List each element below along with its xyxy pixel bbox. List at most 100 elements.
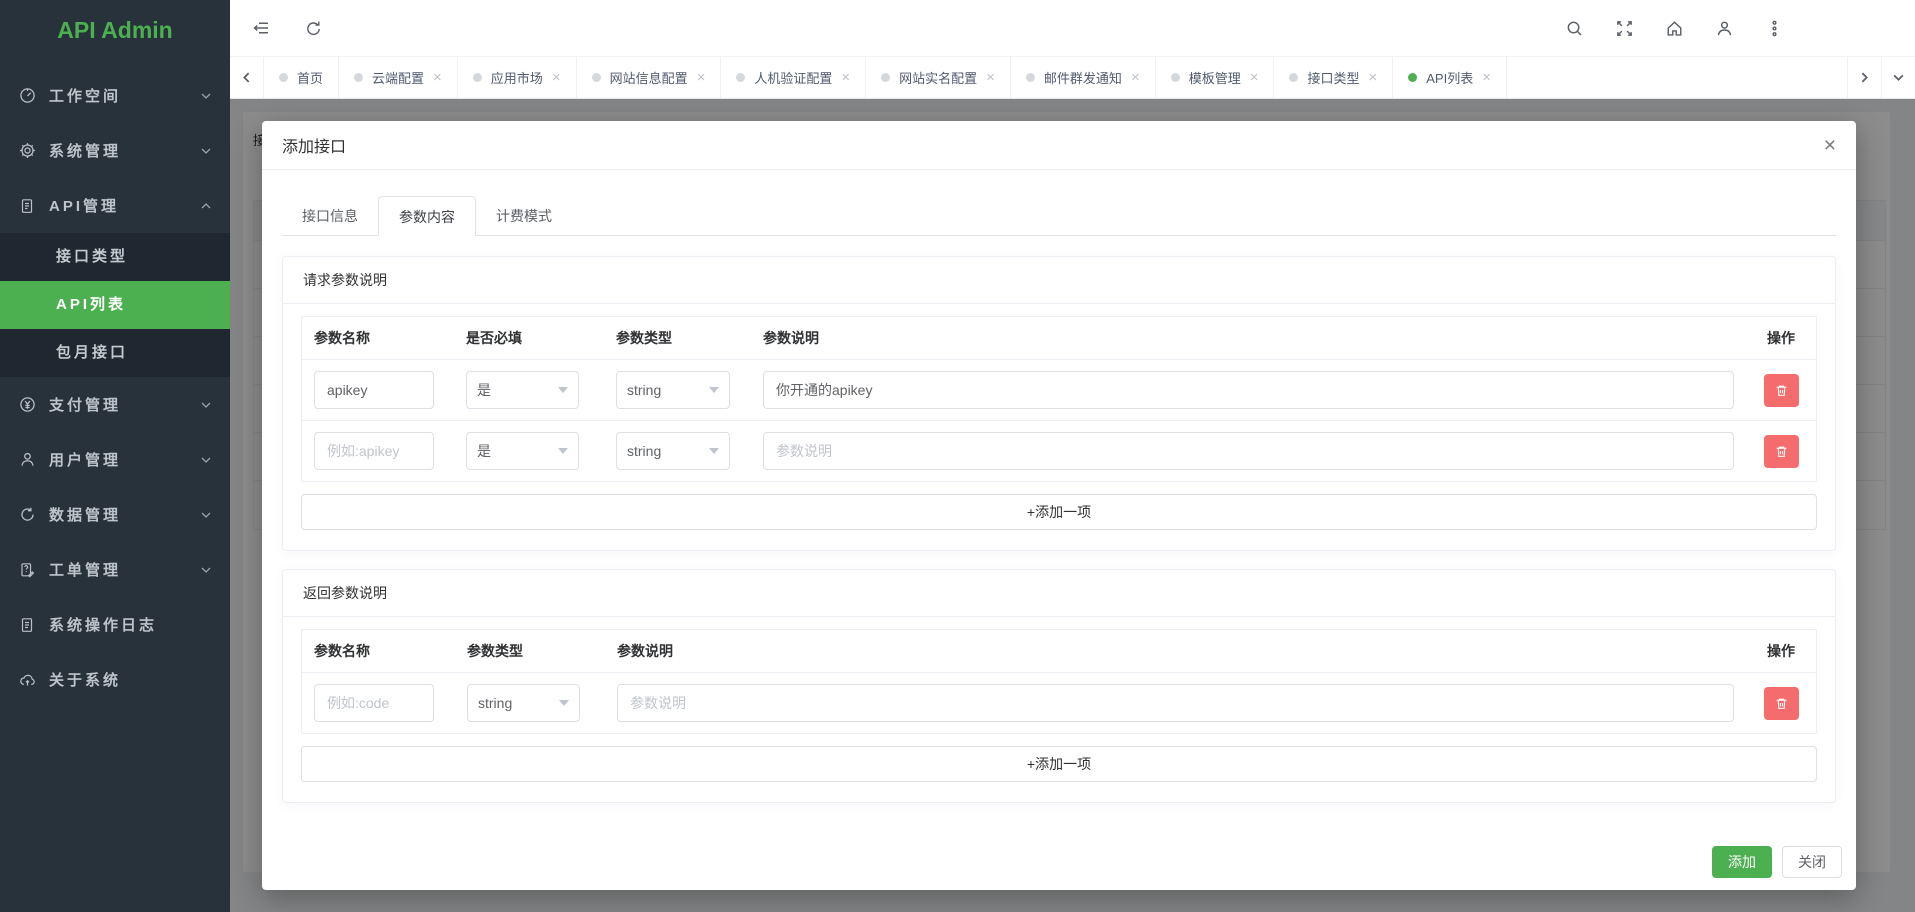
- sidebar-item-api-mgmt[interactable]: API管理: [0, 178, 230, 233]
- chevron-down-icon: [200, 399, 212, 411]
- sidebar-item-label: 支付管理: [49, 394, 121, 415]
- tabs-scroll-right-icon[interactable]: [1847, 57, 1881, 98]
- col-header-name: 参数名称: [314, 641, 434, 661]
- tab-dot: [279, 73, 288, 82]
- sidebar-item-work-order-mgmt[interactable]: 工单管理: [0, 542, 230, 597]
- refresh-icon[interactable]: [302, 17, 324, 39]
- tab-close-icon[interactable]: ×: [1482, 70, 1491, 85]
- add-button[interactable]: 添加: [1712, 846, 1772, 878]
- sidebar-item-workspace[interactable]: 工作空间: [0, 68, 230, 123]
- tab-close-icon[interactable]: ×: [1250, 70, 1259, 85]
- tab-close-icon[interactable]: ×: [1131, 70, 1140, 85]
- col-header-desc: 参数说明: [763, 328, 1734, 348]
- tab-dot: [473, 73, 482, 82]
- tab-captcha-config[interactable]: 人机验证配置×: [721, 57, 866, 98]
- param-name-input[interactable]: [314, 432, 434, 470]
- delete-row-button[interactable]: [1764, 687, 1799, 720]
- home-icon[interactable]: [1663, 17, 1685, 39]
- tab-interface-info[interactable]: 接口信息: [282, 196, 378, 235]
- data-icon: [18, 506, 36, 524]
- sidebar-item-payment-mgmt[interactable]: 支付管理: [0, 377, 230, 432]
- log-icon: [18, 616, 36, 634]
- fullscreen-icon[interactable]: [1613, 17, 1635, 39]
- tabs-scroll-left-icon[interactable]: [230, 57, 264, 98]
- user-icon: [18, 451, 36, 469]
- tab-site-realname-config[interactable]: 网站实名配置×: [866, 57, 1011, 98]
- about-icon: [18, 671, 36, 689]
- delete-row-button[interactable]: [1764, 374, 1799, 407]
- tab-close-icon[interactable]: ×: [986, 70, 995, 85]
- tab-billing-mode[interactable]: 计费模式: [476, 196, 572, 235]
- delete-row-button[interactable]: [1764, 435, 1799, 468]
- sidebar-item-about-system[interactable]: 关于系统: [0, 652, 230, 707]
- col-header-required: 是否必填: [466, 328, 579, 348]
- gear-icon: [18, 142, 36, 160]
- add-request-param-button[interactable]: +添加一项: [301, 494, 1817, 530]
- tab-parameter-content[interactable]: 参数内容: [378, 196, 476, 236]
- tab-email-broadcast[interactable]: 邮件群发通知×: [1011, 57, 1156, 98]
- col-header-action: 操作: [1758, 641, 1804, 661]
- param-type-select[interactable]: string: [616, 432, 730, 470]
- sidebar-item-system-op-log[interactable]: 系统操作日志: [0, 597, 230, 652]
- request-param-row: 是 string: [302, 420, 1816, 481]
- tab-home[interactable]: 首页: [264, 57, 339, 98]
- tab-app-market[interactable]: 应用市场×: [458, 57, 577, 98]
- open-tabs: 首页 云端配置× 应用市场× 网站信息配置× 人机验证配置× 网站实名配置× 邮…: [264, 57, 1847, 98]
- param-required-select[interactable]: 是: [466, 432, 579, 470]
- tab-dot: [736, 73, 745, 82]
- param-name-input[interactable]: [314, 371, 434, 409]
- more-options-icon[interactable]: [1763, 17, 1785, 39]
- param-desc-input[interactable]: [763, 371, 1734, 409]
- request-params-body: 参数名称 是否必填 参数类型 参数说明 操作 是 string: [283, 304, 1835, 550]
- search-icon[interactable]: [1563, 17, 1585, 39]
- sidebar-item-label: 系统操作日志: [49, 614, 157, 635]
- response-params-body: 参数名称 参数类型 参数说明 操作 string: [283, 617, 1835, 802]
- param-desc-input[interactable]: [617, 684, 1734, 722]
- param-name-input[interactable]: [314, 684, 434, 722]
- dialog-title: 添加接口: [282, 133, 346, 157]
- close-icon[interactable]: ×: [1824, 135, 1836, 156]
- tab-template-mgmt[interactable]: 模板管理×: [1156, 57, 1275, 98]
- tabs-menu-icon[interactable]: [1881, 57, 1915, 98]
- sidebar-api-submenu: 接口类型 API列表 包月接口: [0, 233, 230, 377]
- tab-dot: [881, 73, 890, 82]
- user-profile-icon[interactable]: [1713, 17, 1735, 39]
- param-desc-input[interactable]: [763, 432, 1734, 470]
- chevron-down-icon: [200, 90, 212, 102]
- param-required-select[interactable]: 是: [466, 371, 579, 409]
- dialog-header: 添加接口 ×: [262, 121, 1856, 170]
- sidebar: API Admin 工作空间 系统管理 API管理 接口类型 API列表 包月接: [0, 0, 230, 912]
- col-header-desc: 参数说明: [617, 641, 1734, 661]
- chevron-down-icon: [558, 387, 568, 393]
- tab-api-list[interactable]: API列表×: [1393, 57, 1507, 98]
- dialog-tabs: 接口信息 参数内容 计费模式: [282, 196, 1836, 236]
- param-type-select[interactable]: string: [467, 684, 580, 722]
- tab-interface-type[interactable]: 接口类型×: [1274, 57, 1393, 98]
- col-header-type: 参数类型: [616, 328, 730, 348]
- topbar-right: [1563, 17, 1895, 39]
- collapse-sidebar-icon[interactable]: [250, 17, 272, 39]
- sidebar-item-monthly-api[interactable]: 包月接口: [0, 329, 230, 377]
- param-type-select[interactable]: string: [616, 371, 730, 409]
- sidebar-item-interface-type[interactable]: 接口类型: [0, 233, 230, 281]
- close-button[interactable]: 关闭: [1782, 846, 1842, 878]
- sidebar-item-api-list[interactable]: API列表: [0, 281, 230, 329]
- col-header-name: 参数名称: [314, 328, 434, 348]
- main-area: 首页 云端配置× 应用市场× 网站信息配置× 人机验证配置× 网站实名配置× 邮…: [230, 0, 1915, 912]
- tab-close-icon[interactable]: ×: [433, 70, 442, 85]
- tab-close-icon[interactable]: ×: [552, 70, 561, 85]
- tab-close-icon[interactable]: ×: [1369, 70, 1378, 85]
- sidebar-item-label: 用户管理: [49, 449, 121, 470]
- response-params-header-row: 参数名称 参数类型 参数说明 操作: [302, 630, 1816, 672]
- sidebar-item-user-mgmt[interactable]: 用户管理: [0, 432, 230, 487]
- sidebar-item-system-mgmt[interactable]: 系统管理: [0, 123, 230, 178]
- tab-site-info-config[interactable]: 网站信息配置×: [577, 57, 722, 98]
- trash-icon: [1775, 697, 1788, 710]
- tab-close-icon[interactable]: ×: [841, 70, 850, 85]
- add-response-param-button[interactable]: +添加一项: [301, 746, 1817, 782]
- sidebar-item-data-mgmt[interactable]: 数据管理: [0, 487, 230, 542]
- tab-close-icon[interactable]: ×: [697, 70, 706, 85]
- tab-cloud-config[interactable]: 云端配置×: [339, 57, 458, 98]
- app-root: API Admin 工作空间 系统管理 API管理 接口类型 API列表 包月接: [0, 0, 1915, 912]
- chevron-down-icon: [559, 700, 569, 706]
